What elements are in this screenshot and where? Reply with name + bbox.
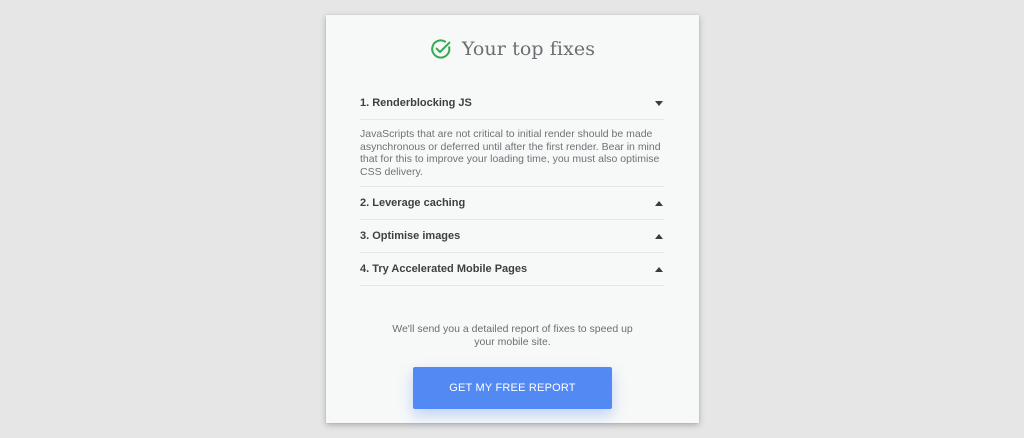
caret-up-icon[interactable]: [655, 200, 663, 206]
fixes-card: Your top fixes 1. Renderblocking JS Java…: [326, 15, 699, 423]
fix-header-accelerated-mobile-pages[interactable]: 4. Try Accelerated Mobile Pages: [360, 253, 664, 285]
fix-title: 2. Leverage caching: [360, 197, 466, 209]
fix-title: 4. Try Accelerated Mobile Pages: [360, 263, 528, 275]
caret-down-icon[interactable]: [655, 100, 663, 106]
fix-item-leverage-caching: 2. Leverage caching: [360, 187, 664, 220]
card-header: Your top fixes: [326, 35, 699, 63]
fixes-accordion: 1. Renderblocking JS JavaScripts that ar…: [360, 87, 664, 286]
fix-title: 3. Optimise images: [360, 230, 461, 242]
report-description: We'll send you a detailed report of fixe…: [392, 323, 633, 348]
check-circle-icon: [430, 38, 452, 60]
fix-item-accelerated-mobile-pages: 4. Try Accelerated Mobile Pages: [360, 253, 664, 286]
caret-up-icon[interactable]: [655, 233, 663, 239]
fix-item-renderblocking-js: 1. Renderblocking JS JavaScripts that ar…: [360, 87, 664, 187]
fix-title: 1. Renderblocking JS: [360, 97, 472, 109]
fix-header-optimise-images[interactable]: 3. Optimise images: [360, 220, 664, 252]
fix-header-leverage-caching[interactable]: 2. Leverage caching: [360, 187, 664, 219]
fix-description: JavaScripts that are not critical to ini…: [360, 119, 664, 186]
caret-up-icon[interactable]: [655, 266, 663, 272]
fix-header-renderblocking-js[interactable]: 1. Renderblocking JS: [360, 87, 664, 119]
card-title: Your top fixes: [461, 38, 596, 60]
fix-item-optimise-images: 3. Optimise images: [360, 220, 664, 253]
get-free-report-button[interactable]: GET MY FREE REPORT: [413, 367, 612, 409]
